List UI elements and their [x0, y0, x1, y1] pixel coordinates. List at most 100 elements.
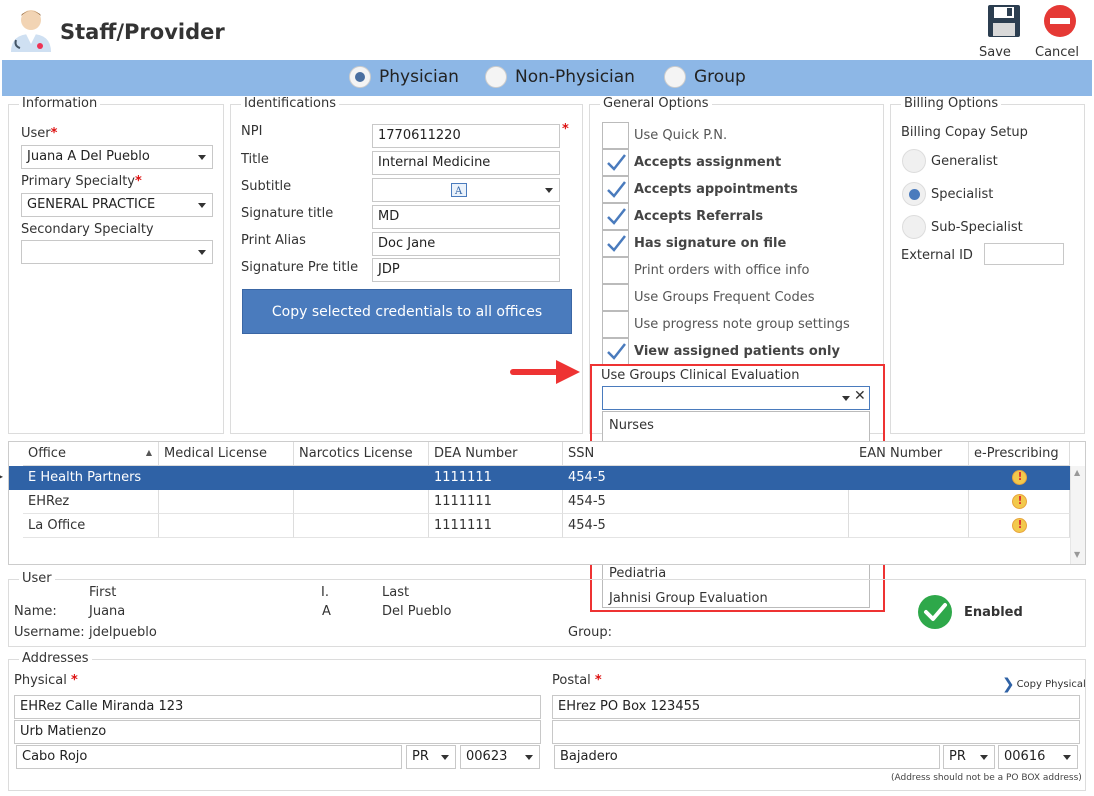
user-select[interactable]: Juana A Del Pueblo — [21, 145, 213, 169]
addresses-title: Addresses — [19, 651, 92, 666]
billing-options-title: Billing Options — [901, 96, 1002, 111]
table-row[interactable]: La Office 1111111 454-5 — [9, 514, 1070, 538]
dropdown-arrow-icon[interactable] — [842, 396, 850, 401]
col-header-e-prescribing[interactable]: e-Prescribing — [969, 442, 1070, 466]
username-label: Username: — [14, 625, 85, 640]
specialist-label: Specialist — [931, 187, 994, 202]
signature-pre-title-label: Signature Pre title — [241, 260, 359, 275]
signature-title-input[interactable]: MD — [372, 205, 560, 229]
radio-group[interactable]: Group — [664, 66, 746, 88]
physical-line2-input[interactable]: Urb Matienzo — [14, 720, 541, 744]
table-cell-office: EHRez — [23, 490, 159, 514]
copy-credentials-button[interactable]: Copy selected credentials to all offices — [242, 289, 572, 334]
table-cell-ssn: 454-5 — [563, 466, 849, 490]
postal-zip-select[interactable]: 00616 — [998, 745, 1078, 769]
checkbox-option-4[interactable] — [602, 230, 629, 257]
table-cell-erx — [969, 466, 1070, 490]
copy-physical-link[interactable]: ❯ Copy Physical — [1002, 675, 1086, 693]
checkbox-option-label: Use Quick P.N. — [634, 128, 728, 143]
enabled-status: Enabled — [964, 605, 1023, 620]
warning-icon[interactable] — [1011, 518, 1027, 533]
save-button[interactable]: Save — [979, 4, 1029, 60]
checkmark-icon — [607, 154, 626, 171]
cancel-icon — [1044, 5, 1076, 37]
checkbox-option-7[interactable] — [602, 311, 629, 338]
checkbox-option-1[interactable] — [602, 149, 629, 176]
table-cell-medical — [159, 466, 294, 490]
warning-icon[interactable] — [1011, 470, 1027, 485]
postal-city-input[interactable]: Bajadero — [554, 745, 940, 769]
dropdown-option[interactable]: Nurses — [609, 418, 654, 433]
radio-generalist[interactable] — [902, 149, 926, 173]
title-input[interactable]: Internal Medicine — [372, 151, 560, 175]
col-header-ssn[interactable]: SSN — [563, 442, 863, 466]
scroll-down-icon[interactable]: ▼ — [1074, 550, 1080, 559]
npi-input[interactable]: 1770611220 — [372, 124, 560, 148]
radio-specialist[interactable] — [902, 182, 926, 206]
table-cell-dea: 1111111 — [429, 490, 563, 514]
page-title: Staff/Provider — [60, 20, 225, 44]
scroll-up-icon[interactable]: ▲ — [1074, 468, 1080, 477]
cancel-button[interactable]: Cancel — [1035, 4, 1085, 60]
table-row[interactable]: ▸ E Health Partners 1111111 454-5 — [0, 466, 1070, 490]
radio-sub-specialist[interactable] — [902, 215, 926, 239]
col-header-narcotics-license[interactable]: Narcotics License — [294, 442, 429, 466]
print-alias-input[interactable]: Doc Jane — [372, 232, 560, 256]
table-cell-ssn: 454-5 — [563, 490, 849, 514]
physical-city-input[interactable]: Cabo Rojo — [16, 745, 402, 769]
postal-line2-input[interactable] — [552, 720, 1080, 744]
subtitle-select[interactable]: A — [372, 178, 560, 202]
col-header-ean-number[interactable]: EAN Number — [849, 442, 969, 466]
checkbox-option-label: Accepts assignment — [634, 155, 782, 170]
checkbox-option-5[interactable] — [602, 257, 629, 284]
table-cell-ean — [849, 490, 969, 514]
warning-icon[interactable] — [1011, 494, 1027, 509]
checkbox-option-8[interactable] — [602, 338, 629, 365]
primary-specialty-label: Primary Specialty* — [21, 174, 142, 189]
grid-scrollbar[interactable]: ▲ ▼ — [1070, 466, 1085, 564]
checkbox-option-label: Use Groups Frequent Codes — [634, 290, 815, 305]
col-header-office[interactable]: Office ▲ — [23, 442, 159, 466]
checkmark-icon — [607, 208, 626, 225]
checkbox-option-6[interactable] — [602, 284, 629, 311]
npi-label: NPI — [241, 124, 263, 139]
signature-title-label: Signature title — [241, 206, 334, 221]
last-name-value: Del Pueblo — [382, 604, 452, 619]
sort-up-icon: ▲ — [145, 448, 152, 457]
physical-zip-select[interactable]: 00623 — [460, 745, 540, 769]
checkbox-option-label: Accepts appointments — [634, 182, 798, 197]
external-id-input[interactable] — [984, 243, 1064, 265]
general-options-title: General Options — [600, 96, 712, 111]
table-cell-ean — [849, 514, 969, 538]
primary-specialty-select[interactable]: GENERAL PRACTICE — [21, 193, 213, 217]
checkbox-option-label: Use progress note group settings — [634, 317, 850, 332]
table-row[interactable]: EHRez 1111111 454-5 — [9, 490, 1070, 514]
provider-type-bar: Physician Non-Physician Group — [2, 60, 1092, 96]
table-cell-erx — [969, 514, 1070, 538]
physical-line1-input[interactable]: EHRez Calle Miranda 123 — [14, 695, 541, 719]
table-cell-ssn: 454-5 — [563, 514, 849, 538]
secondary-specialty-select[interactable] — [21, 240, 213, 264]
physical-state-select[interactable]: PR — [406, 745, 456, 769]
checkbox-option-2[interactable] — [602, 176, 629, 203]
table-cell-medical — [159, 514, 294, 538]
table-cell-narcotics — [294, 490, 429, 514]
checkbox-option-3[interactable] — [602, 203, 629, 230]
postal-line1-input[interactable]: EHrez PO Box 123455 — [552, 695, 1080, 719]
radio-physician[interactable]: Physician — [349, 66, 459, 88]
table-cell-dea: 1111111 — [429, 466, 563, 490]
col-header-dea-number[interactable]: DEA Number — [429, 442, 563, 466]
clear-icon[interactable]: ✕ — [854, 388, 868, 404]
radio-non-physician[interactable]: Non-Physician — [485, 66, 635, 88]
signature-pre-title-input[interactable]: JDP — [372, 258, 560, 282]
initial-value: A — [322, 604, 331, 619]
postal-label: Postal * — [552, 673, 602, 688]
generalist-label: Generalist — [931, 154, 998, 169]
postal-state-select[interactable]: PR — [943, 745, 995, 769]
identifications-title: Identifications — [241, 96, 340, 111]
checkbox-option-0[interactable] — [602, 122, 629, 149]
clinical-evaluation-select[interactable]: ✕ — [602, 386, 870, 410]
col-header-medical-license[interactable]: Medical License — [159, 442, 294, 466]
checkmark-icon — [607, 235, 626, 252]
table-cell-office: La Office — [23, 514, 159, 538]
